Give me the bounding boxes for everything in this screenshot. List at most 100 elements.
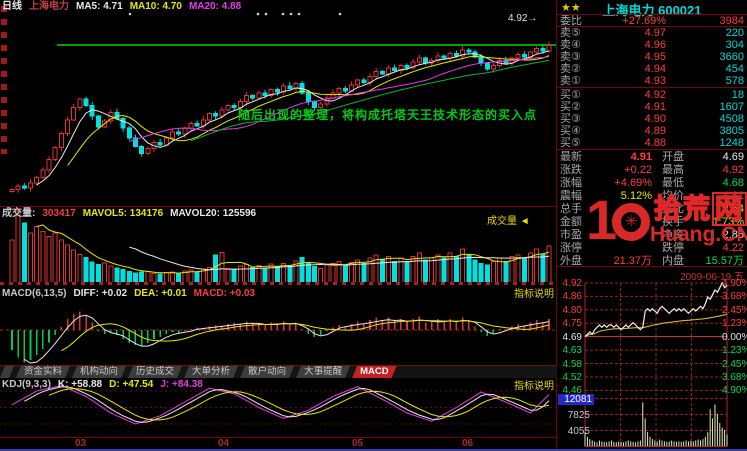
ask-row[interactable]: 卖① 4.93 578 xyxy=(557,75,747,87)
tab-macd-active[interactable]: MACD xyxy=(352,366,397,378)
month-label: 04 xyxy=(218,438,230,449)
macd-item: MACD(6,13,5) xyxy=(2,288,67,299)
left-toolbar-strip xyxy=(1,6,7,154)
kdj-item: KDJ(9,3,3) xyxy=(2,379,51,390)
info-value: 4.69 xyxy=(722,151,744,163)
divider xyxy=(557,14,747,15)
divider xyxy=(557,149,747,150)
intraday-price-label: 4.69 xyxy=(562,331,582,343)
level-qty: 220 xyxy=(725,27,744,39)
level-label: 卖③ xyxy=(560,51,581,63)
volume-pane-tag[interactable]: 成交量 ◄ xyxy=(487,217,530,227)
daily-candlestick-chart[interactable] xyxy=(0,0,557,207)
ask-row[interactable]: 卖④ 4.96 304 xyxy=(557,39,747,51)
intraday-vol-label: 7825 xyxy=(567,409,590,421)
level-label: 卖② xyxy=(560,63,581,75)
volume-readout: 成交量: 303417 MAVOL5: 134176 MAVOL20: 125596 xyxy=(2,208,256,220)
watermark-gear-icon: ✳ xyxy=(624,213,638,230)
info-value: 4.92 xyxy=(722,164,744,176)
level-qty: 304 xyxy=(725,39,744,51)
intraday-pct-label: 4.90% xyxy=(722,385,747,397)
chart-annotation: 随后出现的整理，将构成托塔天王技术形态的买入点 xyxy=(238,108,538,122)
macd-item: MACD: +0.03 xyxy=(193,288,256,299)
intraday-vol-label: 4055 xyxy=(567,425,590,437)
level-price: 4.97 xyxy=(644,27,666,39)
kdj-item: K: +58.88 xyxy=(57,379,103,390)
level-label: 买③ xyxy=(560,113,581,125)
price-marker-label: 4.92→ xyxy=(508,13,538,24)
macd-pane-tag[interactable]: 指标说明 xyxy=(514,290,554,300)
main-chart-readout: 日线 上海电力 MA5: 4.71 MA10: 4.70 MA20: 4.88 xyxy=(2,1,241,13)
ma-item: MA5: 4.71 xyxy=(76,1,123,12)
tab-stub[interactable] xyxy=(0,366,14,378)
intraday-price-label: 4.75 xyxy=(562,318,582,330)
info-label: 开盘 xyxy=(662,151,684,163)
level-label: 卖④ xyxy=(560,39,581,51)
bid-row[interactable]: 买① 4.92 18 xyxy=(557,89,747,101)
watermark-cn-text: 拾荒 xyxy=(653,193,712,225)
vol-item: 成交量: xyxy=(2,208,36,219)
session-date: 2009-06-19 五 xyxy=(680,272,744,283)
bid-row[interactable]: 买② 4.91 1607 xyxy=(557,101,747,113)
level-qty: 4508 xyxy=(719,113,744,125)
intraday-pct-label: 2.45% xyxy=(722,358,747,370)
month-label: 05 xyxy=(352,438,364,449)
tab-item[interactable]: 大事提醒 xyxy=(296,366,350,378)
level-label: 买② xyxy=(560,101,581,113)
intraday-pct-label: 4.90% xyxy=(722,278,747,289)
ma-item: 日线 xyxy=(2,1,22,12)
tab-item[interactable]: 散户动向 xyxy=(240,366,294,378)
kdj-readout: KDJ(9,3,3) K: +58.88 D: +47.54 J: +84.38 xyxy=(2,379,203,391)
stock-app-window: 日线 上海电力 MA5: 4.71 MA10: 4.70 MA20: 4.88 成交量:… xyxy=(0,0,747,451)
level-qty: 578 xyxy=(725,75,744,87)
ask-row[interactable]: 卖② 4.94 454 xyxy=(557,63,747,75)
bid-row[interactable]: 买④ 4.89 3805 xyxy=(557,125,747,137)
level-price: 4.89 xyxy=(644,125,666,137)
level-label: 卖① xyxy=(560,75,581,87)
level-price: 4.95 xyxy=(644,51,666,63)
intraday-price-label: 4.92 xyxy=(562,278,582,289)
level-price: 4.94 xyxy=(644,63,666,75)
intraday-pct-label: 2.45% xyxy=(722,304,747,316)
site-watermark: 1 ✳ 拾荒网 Huang.CN xyxy=(586,190,747,266)
bid-row[interactable]: 买⑤ 4.88 1248 xyxy=(557,137,747,149)
level-qty: 3805 xyxy=(719,125,744,137)
info-label: 涨跌 xyxy=(560,164,582,176)
month-label: 03 xyxy=(75,438,87,449)
intraday-price-label: 4.86 xyxy=(562,291,582,303)
pane-divider-dashed xyxy=(0,282,557,285)
ma-item: MA20: 4.88 xyxy=(188,1,242,12)
level-label: 买⑤ xyxy=(560,137,581,149)
tab-item[interactable]: 大单分析 xyxy=(184,366,238,378)
bid-row[interactable]: 买③ 4.90 4508 xyxy=(557,113,747,125)
intraday-price-label: 4.63 xyxy=(562,345,582,357)
level-qty: 18 xyxy=(731,89,744,101)
intraday-pct-label: 0.00% xyxy=(722,331,747,343)
tab-item[interactable]: 资金实料 xyxy=(16,366,70,378)
vol-item: MAVOL20: 125596 xyxy=(170,208,257,219)
info-value: +0.22 xyxy=(624,164,652,176)
level-qty: 1607 xyxy=(719,101,744,113)
level-label: 买④ xyxy=(560,125,581,137)
info-value: 4.91 xyxy=(630,151,652,163)
tab-item[interactable]: 历史成交 xyxy=(128,366,182,378)
intraday-vol-label: 12081 xyxy=(558,393,594,405)
macd-item: DEA: +0.01 xyxy=(134,288,187,299)
weibi-label: 委比 xyxy=(560,15,582,27)
info-label: 最新 xyxy=(560,151,582,163)
watermark-site-en: Huang.CN xyxy=(650,223,747,246)
level-qty: 454 xyxy=(725,63,744,75)
level-label: 买① xyxy=(560,89,581,101)
level-label: 卖⑤ xyxy=(560,27,581,39)
level-qty: 1248 xyxy=(719,137,744,149)
ma-item: MA10: 4.70 xyxy=(129,1,182,12)
kdj-pane-tag[interactable]: 指标说明 xyxy=(514,382,554,392)
indicator-tab-bar: 资金实料 机构动向 历史成交 大单分析 散户动向 大事提醒 MACD xyxy=(0,365,557,378)
ask-row[interactable]: 卖③ 4.95 3660 xyxy=(557,51,747,63)
ask-row[interactable]: 卖⑤ 4.97 220 xyxy=(557,27,747,39)
intraday-pct-label: 3.68% xyxy=(722,371,747,383)
ma-item: 上海电力 xyxy=(29,1,69,12)
level-price: 4.93 xyxy=(644,75,666,87)
tab-item[interactable]: 机构动向 xyxy=(72,366,126,378)
info-row: 最新 4.91 开盘 4.69 xyxy=(557,151,747,164)
